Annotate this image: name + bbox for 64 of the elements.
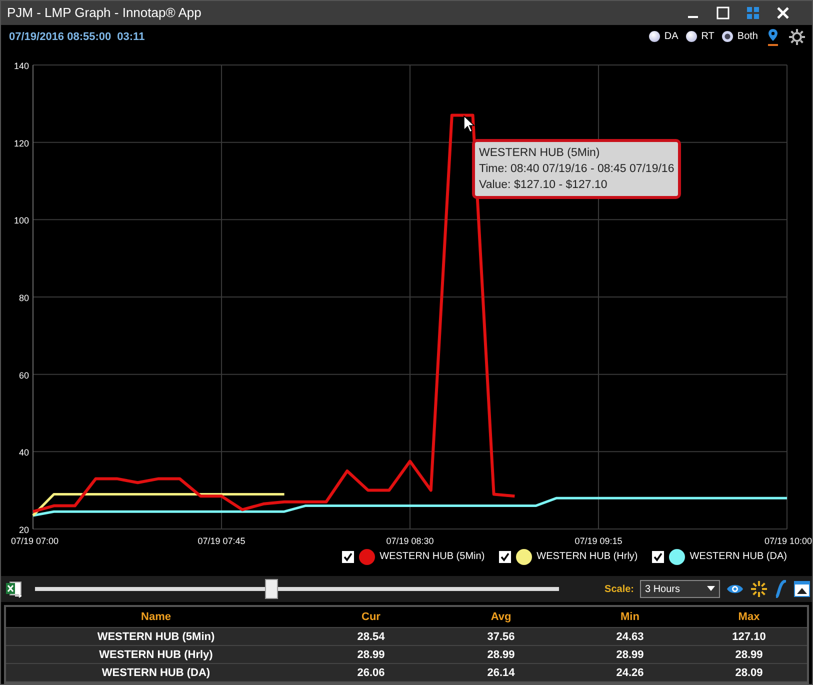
table-cell-text: 28.09	[734, 666, 764, 678]
caret-icon	[707, 586, 715, 592]
table-cell-text: WESTERN HUB (DA)	[100, 666, 212, 678]
table-cell-text: 37.56	[486, 630, 516, 642]
slider-thumb[interactable]	[264, 579, 278, 600]
legend-checkbox[interactable]	[342, 550, 354, 563]
grid-icon[interactable]	[746, 6, 760, 20]
x-axis-label: 07/19 07:00	[11, 536, 59, 546]
window-title: PJM - LMP Graph - Innotap® App	[7, 5, 202, 20]
table-cell-text: 28.99	[356, 648, 386, 660]
column-header[interactable]: Avg	[436, 611, 566, 623]
legend-checkbox[interactable]	[498, 550, 511, 563]
panel-icon[interactable]	[794, 581, 810, 598]
table-cell-text: 26.06	[356, 666, 386, 678]
column-header[interactable]: Min	[566, 611, 694, 623]
tooltip-text: WESTERN HUB (5Min)	[479, 146, 601, 161]
pointer-icon	[463, 114, 475, 133]
check-icon	[500, 552, 510, 562]
table-cell-text: 24.63	[615, 630, 645, 642]
tooltip-text: Value: $127.10 - $127.10	[479, 178, 608, 193]
settings-icon[interactable]	[788, 28, 806, 46]
column-header[interactable]: Max	[694, 611, 804, 623]
legend-checkbox[interactable]	[652, 550, 664, 563]
maximize-icon[interactable]	[716, 6, 730, 20]
tooltip-text: Time: 08:40 07/19/16 - 08:45 07/19/16	[479, 162, 674, 177]
legend-label: WESTERN HUB (5Min)	[380, 551, 485, 562]
mode-radio[interactable]: DA	[649, 31, 678, 42]
x-axis-label: 07/19 10:00	[764, 536, 812, 546]
date-time: 07/19/2016 08:55:00	[9, 30, 112, 43]
y-axis-label: 100	[14, 215, 29, 226]
legend-label: WESTERN HUB (Hrly)	[536, 551, 638, 562]
y-axis-label: 40	[18, 447, 29, 458]
y-axis-label: 80	[18, 292, 29, 303]
table-cell-text: 28.99	[486, 648, 516, 660]
table-cell-text: 127.10	[731, 630, 767, 642]
sunburst-icon[interactable]	[750, 580, 768, 598]
countdown: 03:11	[117, 30, 145, 43]
scale-dropdown[interactable]: 3 Hours	[640, 580, 720, 598]
spreadsheet-icon[interactable]	[5, 580, 23, 598]
curve-icon[interactable]	[774, 580, 788, 598]
table-cell-text: 28.99	[615, 648, 645, 660]
mode-radio[interactable]: RT	[686, 31, 714, 42]
scale-label: Scale:	[604, 584, 634, 595]
table-cell-text: WESTERN HUB (Hrly)	[98, 648, 214, 660]
check-icon	[652, 552, 663, 562]
column-header[interactable]: Name	[6, 611, 306, 623]
location-pin-icon[interactable]	[766, 28, 780, 46]
mode-radio[interactable]: Both	[722, 31, 758, 42]
x-axis-label: 07/19 09:15	[574, 536, 622, 546]
table-cell-text: WESTERN HUB (5Min)	[96, 630, 216, 642]
y-axis-label: 60	[18, 370, 29, 380]
y-axis-label: 140	[14, 60, 29, 71]
x-axis-label: 07/19 08:30	[386, 536, 434, 546]
close-icon[interactable]	[776, 6, 790, 20]
check-icon	[342, 552, 353, 562]
table-cell-text: 28.99	[734, 648, 764, 660]
column-header[interactable]: Cur	[306, 611, 436, 623]
y-axis-label: 120	[14, 138, 29, 148]
table-cell-text: 24.26	[615, 666, 645, 678]
x-axis-label: 07/19 07:45	[198, 536, 246, 546]
table-cell-text: 28.54	[356, 630, 386, 642]
legend-label: WESTERN HUB (DA)	[690, 551, 787, 562]
y-axis-label: 20	[18, 524, 29, 535]
table-cell-text: 26.14	[486, 666, 516, 678]
